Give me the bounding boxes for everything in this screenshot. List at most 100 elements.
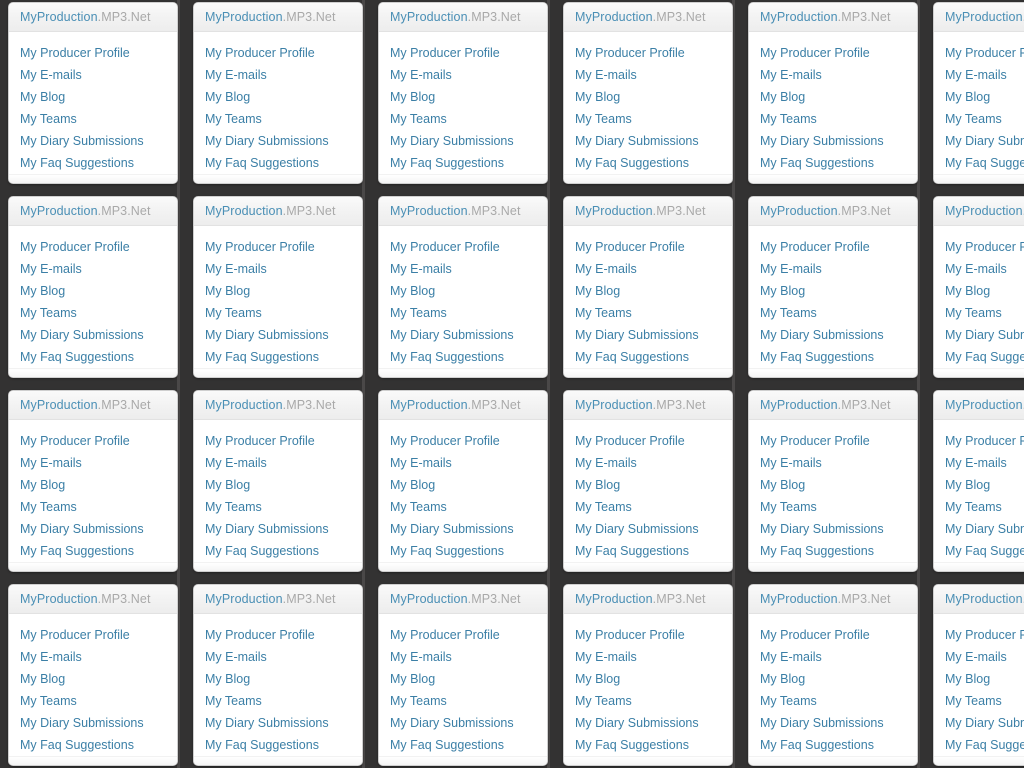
nav-link-my-teams[interactable]: My Teams: [20, 302, 177, 324]
nav-link-my-producer-profile[interactable]: My Producer Profile: [945, 236, 1024, 258]
nav-link-my-producer-profile[interactable]: My Producer Profile: [945, 42, 1024, 64]
nav-link-my-e-mails[interactable]: My E-mails: [575, 258, 732, 280]
nav-link-my-blog[interactable]: My Blog: [390, 474, 547, 496]
nav-link-my-faq-suggestions[interactable]: My Faq Suggestions: [205, 152, 362, 174]
nav-link-my-diary-submissions[interactable]: My Diary Submissions: [205, 324, 362, 346]
nav-link-my-producer-profile[interactable]: My Producer Profile: [205, 42, 362, 64]
nav-link-my-faq-suggestions[interactable]: My Faq Suggestions: [20, 346, 177, 368]
nav-link-my-diary-submissions[interactable]: My Diary Submissions: [945, 518, 1024, 540]
nav-link-my-faq-suggestions[interactable]: My Faq Suggestions: [20, 734, 177, 756]
nav-link-my-blog[interactable]: My Blog: [945, 474, 1024, 496]
nav-link-my-diary-submissions[interactable]: My Diary Submissions: [205, 130, 362, 152]
nav-link-my-e-mails[interactable]: My E-mails: [575, 646, 732, 668]
nav-link-my-producer-profile[interactable]: My Producer Profile: [390, 430, 547, 452]
nav-link-my-producer-profile[interactable]: My Producer Profile: [760, 430, 917, 452]
nav-link-my-blog[interactable]: My Blog: [575, 280, 732, 302]
nav-link-my-producer-profile[interactable]: My Producer Profile: [575, 624, 732, 646]
nav-link-my-blog[interactable]: My Blog: [205, 474, 362, 496]
nav-link-my-faq-suggestions[interactable]: My Faq Suggestions: [760, 346, 917, 368]
nav-link-my-e-mails[interactable]: My E-mails: [760, 452, 917, 474]
nav-link-my-teams[interactable]: My Teams: [945, 302, 1024, 324]
nav-link-my-blog[interactable]: My Blog: [205, 280, 362, 302]
nav-link-my-blog[interactable]: My Blog: [20, 668, 177, 690]
nav-link-my-producer-profile[interactable]: My Producer Profile: [20, 236, 177, 258]
nav-link-my-faq-suggestions[interactable]: My Faq Suggestions: [945, 540, 1024, 562]
nav-link-my-diary-submissions[interactable]: My Diary Submissions: [575, 324, 732, 346]
nav-link-my-teams[interactable]: My Teams: [575, 302, 732, 324]
nav-link-my-faq-suggestions[interactable]: My Faq Suggestions: [945, 734, 1024, 756]
nav-link-my-teams[interactable]: My Teams: [945, 496, 1024, 518]
nav-link-my-teams[interactable]: My Teams: [760, 108, 917, 130]
nav-link-my-blog[interactable]: My Blog: [945, 668, 1024, 690]
nav-link-my-e-mails[interactable]: My E-mails: [205, 452, 362, 474]
nav-link-my-teams[interactable]: My Teams: [20, 496, 177, 518]
nav-link-my-diary-submissions[interactable]: My Diary Submissions: [205, 518, 362, 540]
nav-link-my-diary-submissions[interactable]: My Diary Submissions: [575, 712, 732, 734]
nav-link-my-teams[interactable]: My Teams: [390, 690, 547, 712]
nav-link-my-teams[interactable]: My Teams: [575, 496, 732, 518]
nav-link-my-blog[interactable]: My Blog: [760, 668, 917, 690]
nav-link-my-e-mails[interactable]: My E-mails: [205, 646, 362, 668]
nav-link-my-teams[interactable]: My Teams: [20, 108, 177, 130]
nav-link-my-diary-submissions[interactable]: My Diary Submissions: [390, 518, 547, 540]
nav-link-my-producer-profile[interactable]: My Producer Profile: [390, 236, 547, 258]
nav-link-my-faq-suggestions[interactable]: My Faq Suggestions: [205, 734, 362, 756]
nav-link-my-teams[interactable]: My Teams: [760, 302, 917, 324]
nav-link-my-producer-profile[interactable]: My Producer Profile: [20, 42, 177, 64]
nav-link-my-faq-suggestions[interactable]: My Faq Suggestions: [760, 152, 917, 174]
nav-link-my-e-mails[interactable]: My E-mails: [20, 452, 177, 474]
nav-link-my-teams[interactable]: My Teams: [945, 690, 1024, 712]
nav-link-my-diary-submissions[interactable]: My Diary Submissions: [760, 324, 917, 346]
nav-link-my-blog[interactable]: My Blog: [20, 280, 177, 302]
nav-link-my-producer-profile[interactable]: My Producer Profile: [390, 624, 547, 646]
nav-link-my-faq-suggestions[interactable]: My Faq Suggestions: [390, 540, 547, 562]
nav-link-my-producer-profile[interactable]: My Producer Profile: [760, 624, 917, 646]
nav-link-my-faq-suggestions[interactable]: My Faq Suggestions: [20, 152, 177, 174]
nav-link-my-e-mails[interactable]: My E-mails: [945, 646, 1024, 668]
nav-link-my-e-mails[interactable]: My E-mails: [20, 646, 177, 668]
nav-link-my-blog[interactable]: My Blog: [575, 86, 732, 108]
nav-link-my-producer-profile[interactable]: My Producer Profile: [575, 42, 732, 64]
nav-link-my-diary-submissions[interactable]: My Diary Submissions: [390, 130, 547, 152]
nav-link-my-e-mails[interactable]: My E-mails: [945, 258, 1024, 280]
nav-link-my-diary-submissions[interactable]: My Diary Submissions: [205, 712, 362, 734]
nav-link-my-diary-submissions[interactable]: My Diary Submissions: [760, 518, 917, 540]
nav-link-my-teams[interactable]: My Teams: [760, 496, 917, 518]
nav-link-my-diary-submissions[interactable]: My Diary Submissions: [390, 712, 547, 734]
nav-link-my-teams[interactable]: My Teams: [205, 108, 362, 130]
nav-link-my-teams[interactable]: My Teams: [20, 690, 177, 712]
nav-link-my-e-mails[interactable]: My E-mails: [575, 452, 732, 474]
nav-link-my-faq-suggestions[interactable]: My Faq Suggestions: [390, 152, 547, 174]
nav-link-my-e-mails[interactable]: My E-mails: [760, 258, 917, 280]
nav-link-my-producer-profile[interactable]: My Producer Profile: [760, 42, 917, 64]
nav-link-my-blog[interactable]: My Blog: [945, 86, 1024, 108]
nav-link-my-faq-suggestions[interactable]: My Faq Suggestions: [760, 734, 917, 756]
nav-link-my-teams[interactable]: My Teams: [205, 302, 362, 324]
nav-link-my-producer-profile[interactable]: My Producer Profile: [575, 430, 732, 452]
nav-link-my-e-mails[interactable]: My E-mails: [575, 64, 732, 86]
nav-link-my-blog[interactable]: My Blog: [390, 668, 547, 690]
nav-link-my-faq-suggestions[interactable]: My Faq Suggestions: [945, 346, 1024, 368]
nav-link-my-blog[interactable]: My Blog: [575, 474, 732, 496]
nav-link-my-teams[interactable]: My Teams: [205, 690, 362, 712]
nav-link-my-producer-profile[interactable]: My Producer Profile: [390, 42, 547, 64]
nav-link-my-diary-submissions[interactable]: My Diary Submissions: [20, 324, 177, 346]
nav-link-my-blog[interactable]: My Blog: [575, 668, 732, 690]
nav-link-my-e-mails[interactable]: My E-mails: [390, 452, 547, 474]
nav-link-my-e-mails[interactable]: My E-mails: [760, 646, 917, 668]
nav-link-my-producer-profile[interactable]: My Producer Profile: [205, 624, 362, 646]
nav-link-my-diary-submissions[interactable]: My Diary Submissions: [945, 130, 1024, 152]
nav-link-my-diary-submissions[interactable]: My Diary Submissions: [575, 130, 732, 152]
nav-link-my-producer-profile[interactable]: My Producer Profile: [945, 430, 1024, 452]
nav-link-my-blog[interactable]: My Blog: [205, 668, 362, 690]
nav-link-my-diary-submissions[interactable]: My Diary Submissions: [20, 130, 177, 152]
nav-link-my-teams[interactable]: My Teams: [760, 690, 917, 712]
nav-link-my-producer-profile[interactable]: My Producer Profile: [205, 430, 362, 452]
nav-link-my-e-mails[interactable]: My E-mails: [760, 64, 917, 86]
nav-link-my-diary-submissions[interactable]: My Diary Submissions: [20, 712, 177, 734]
nav-link-my-faq-suggestions[interactable]: My Faq Suggestions: [760, 540, 917, 562]
nav-link-my-blog[interactable]: My Blog: [390, 280, 547, 302]
nav-link-my-faq-suggestions[interactable]: My Faq Suggestions: [205, 540, 362, 562]
nav-link-my-e-mails[interactable]: My E-mails: [205, 64, 362, 86]
nav-link-my-e-mails[interactable]: My E-mails: [390, 258, 547, 280]
